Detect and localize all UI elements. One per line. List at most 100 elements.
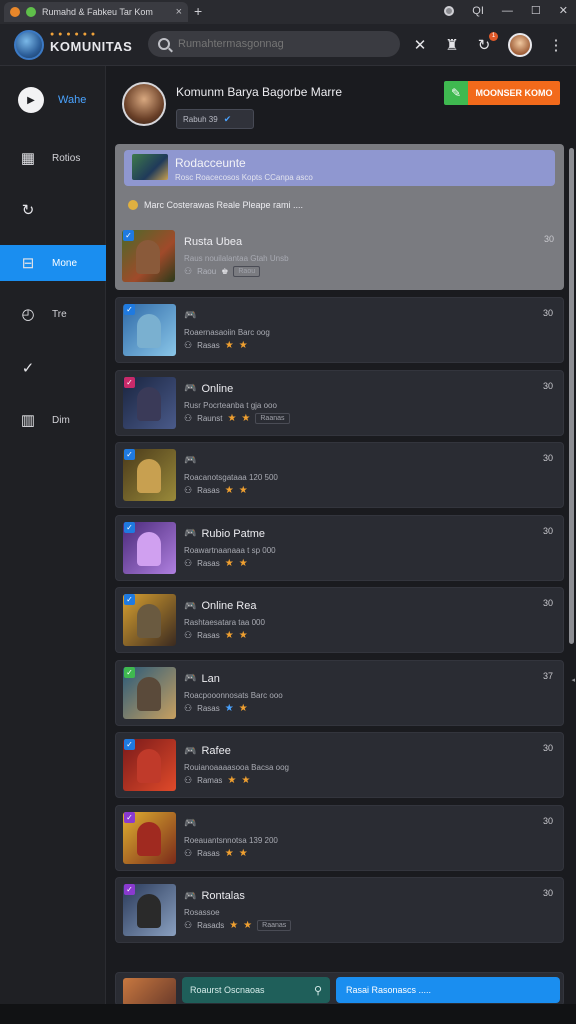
promo-button[interactable]: ✎ MOONSER KOMO — [444, 81, 560, 105]
notification-icon[interactable]: ↻ 1 — [476, 32, 498, 54]
people-icon: ⚇ — [184, 847, 193, 858]
more-menu-icon[interactable]: ⋮ — [548, 36, 564, 54]
character-figure — [137, 459, 161, 493]
sidebar-item-clock[interactable]: ◴ Tre — [0, 296, 106, 332]
status-bar — [0, 1004, 576, 1024]
character-figure — [137, 821, 161, 856]
bottom-thumbnail — [123, 978, 176, 1006]
card-description: Roeauantsnnotsa 139 200 — [184, 835, 278, 845]
post-meta: ⚇ Raou ♚ Raou — [184, 266, 261, 277]
featured-panel: Rodacceunte Rosc Roacecosos Kopts CCanpa… — [115, 144, 564, 290]
bottom-button-label: Rasai Rasonascs ..... — [346, 985, 432, 995]
game-icon: 🎮 — [184, 600, 197, 612]
browser-tab[interactable]: Rumahd & Fabkeu Tar Kom × — [4, 2, 188, 22]
post-tag: Raou — [233, 266, 261, 277]
card-title-text: Rontalas — [201, 890, 245, 902]
check-badge-icon: ✓ — [124, 666, 135, 678]
card-description: Rosassoe — [184, 908, 220, 917]
sidebar-item-active[interactable]: ⊟ Mone — [0, 245, 106, 281]
card-description: Roawartnaanaaa t sp 000 — [184, 545, 276, 555]
sidebar-item-label: Mone — [52, 257, 78, 269]
sidebar-item-check[interactable]: ✓ — [0, 350, 106, 386]
profile-avatar[interactable] — [122, 82, 166, 126]
profile-pill-text: Rabuh 39 — [183, 114, 218, 124]
community-card[interactable]: ✓ 🎮 Rafee Rouianoaaaasooa Bacsa oog ⚇ Ramas ★ ★… — [115, 732, 564, 798]
card-meta: ⚇ Rasas ★ ★ — [184, 703, 248, 714]
profile-pill[interactable]: Rabuh 39 ✔ — [176, 109, 254, 129]
bottom-action-button[interactable]: Rasai Rasonascs ..... — [336, 977, 560, 1003]
profile-name: Komunm Barya Bagorbe Marre — [176, 85, 343, 99]
star-icon: ★ — [229, 920, 239, 931]
community-card[interactable]: ✓ 🎮 Roaernasaoiin Barc oog ⚇ Rasas ★ ★ 30 — [115, 297, 564, 363]
featured-banner[interactable]: Rodacceunte Rosc Roacecosos Kopts CCanpa… — [124, 150, 555, 186]
close-window-button[interactable]: ✕ — [559, 4, 568, 17]
card-count: 37 — [542, 670, 553, 681]
card-count: 30 — [542, 308, 553, 318]
card-title: 🎮 — [184, 818, 201, 829]
record-icon[interactable] — [444, 5, 455, 16]
card-meta: ⚇ Ramas ★ ★ — [184, 775, 250, 786]
brand-tagline: ● ● ● ● ● ● — [50, 31, 97, 38]
card-meta: ⚇ Rasas ★ ★ — [184, 340, 248, 351]
community-card[interactable]: ✓ 🎮 Online Rusr Pocrteanba t gja ooo ⚇ Raunst… — [115, 369, 564, 436]
star-icon: ★ — [224, 847, 234, 859]
people-icon: ⚇ — [184, 630, 193, 640]
post-count: 30 — [543, 234, 554, 244]
sidebar-item-play[interactable]: ▶ Wahe — [0, 82, 106, 118]
card-description: Rouianoaaaasooa Bacsa oog — [184, 763, 289, 772]
search-bar[interactable] — [148, 31, 400, 57]
maximize-button[interactable]: ☐ — [531, 4, 541, 17]
banner-title: Rodacceunte — [175, 156, 246, 170]
trophy-icon[interactable]: ♜ — [444, 36, 460, 54]
extension-button[interactable]: QI — [472, 5, 484, 17]
close-tab-icon[interactable]: × — [176, 6, 182, 18]
check-badge-icon: ✓ — [123, 230, 134, 241]
star-icon: ★ — [241, 412, 251, 424]
card-meta: ⚇ Raunst ★ ★ Raanas — [184, 412, 290, 424]
community-card[interactable]: ✓ 🎮 Lan Roacpooonnosats Barc ooo ⚇ Rasas ★ ★ 37 — [115, 659, 564, 726]
people-icon: ⚇ — [184, 340, 193, 350]
card-title: 🎮 Online — [184, 383, 233, 395]
banner-thumbnail — [132, 154, 168, 180]
app-logo[interactable] — [14, 30, 44, 60]
card-meta-text: Rasas — [197, 631, 220, 640]
star-icon: ★ — [238, 847, 248, 859]
post-title-text: Rusta Ubea — [184, 236, 243, 248]
people-icon: ⚇ — [184, 485, 193, 495]
user-avatar[interactable] — [508, 33, 532, 57]
sidebar-item-refresh[interactable]: ↻ — [0, 192, 106, 228]
scroll-arrow-icon[interactable]: ◂ — [571, 676, 575, 684]
card-meta: ⚇ Rasas ★ ★ — [184, 558, 248, 569]
community-card[interactable]: ✓ 🎮 Roacanotsgataaa 120 500 ⚇ Rasas ★ ★ 30 — [115, 442, 564, 508]
app-header: ● ● ● ● ● ● KOMUNITAS ✕ ♜ ↻1 ⋮ — [0, 24, 576, 66]
browser-favicon-icon — [10, 7, 20, 17]
minimize-button[interactable]: — — [502, 5, 513, 17]
card-title-text: Lan — [201, 672, 220, 685]
card-meta-text: Rasads — [197, 921, 225, 930]
bottom-search-field[interactable]: Roaurst Oscnaoas ⚲ — [182, 977, 330, 1003]
verified-icon: ✔ — [223, 113, 232, 124]
community-card[interactable]: ✓ 🎮 Rontalas Rosassoe ⚇ Rasads ★ ★ Raanas 30 — [115, 877, 564, 943]
card-title: 🎮 — [184, 310, 201, 321]
character-figure — [137, 749, 161, 783]
search-icon — [158, 38, 170, 50]
scrollbar[interactable] — [569, 148, 574, 644]
community-card[interactable]: ✓ 🎮 Rubio Patme Roawartnaanaaa t sp 000 ⚇ Ras… — [115, 514, 564, 581]
new-tab-button[interactable]: + — [194, 3, 202, 19]
card-description: Rashtaesatara taa 000 — [184, 618, 265, 627]
sidebar-item-label: Wahe — [58, 94, 87, 106]
people-icon: ⚇ — [184, 775, 193, 785]
card-count: 30 — [542, 815, 553, 826]
game-icon: 🎮 — [184, 310, 197, 321]
community-card[interactable]: ✓ 🎮 Roeauantsnnotsa 139 200 ⚇ Rasas ★ ★ 30 — [115, 804, 564, 871]
coin-icon — [128, 200, 138, 210]
community-card[interactable]: ✓ 🎮 Online Rea Rashtaesatara taa 000 ⚇ Rasas ★… — [115, 587, 564, 653]
search-input[interactable] — [178, 38, 388, 50]
star-icon: ★ — [224, 340, 234, 351]
card-meta-text: Rasas — [197, 558, 220, 568]
check-badge-icon: ✓ — [124, 376, 135, 388]
sidebar-item-library[interactable]: ▥ Dim — [0, 402, 106, 438]
sidebar-item-grid[interactable]: ▦ Rotios — [0, 140, 106, 176]
close-icon[interactable]: ✕ — [412, 36, 428, 54]
featured-post[interactable]: ✓ Rusta Ubea Raus nouilalantaa Gtah Unsb… — [122, 228, 558, 286]
